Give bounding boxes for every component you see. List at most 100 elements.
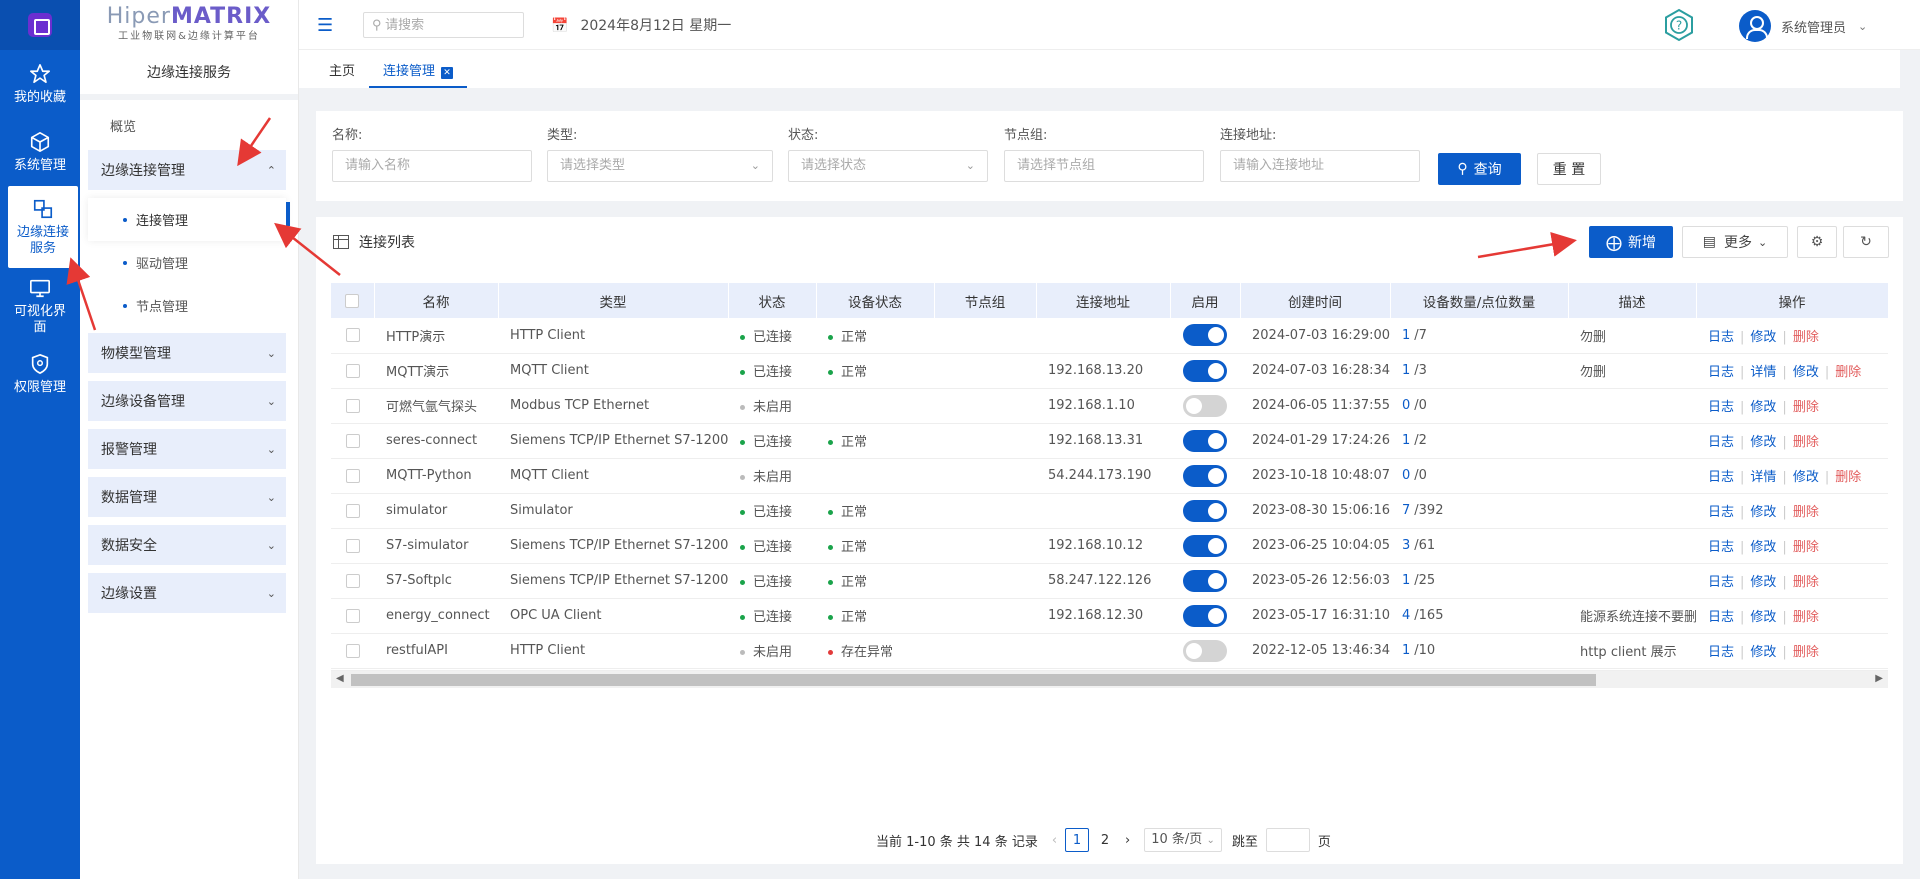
table-row[interactable]: seres-connect Siemens TCP/IP Ethernet S7-… <box>331 423 1888 459</box>
row-checkbox[interactable] <box>331 388 374 424</box>
enable-toggle[interactable] <box>1183 464 1227 487</box>
column-header[interactable]: 启用 <box>1170 283 1241 318</box>
rail-item-system[interactable]: 系统管理 <box>0 118 80 186</box>
log-link[interactable]: 日志 <box>1708 645 1734 660</box>
log-link[interactable]: 日志 <box>1708 540 1734 555</box>
delete-link[interactable]: 删除 <box>1835 470 1861 485</box>
device-count[interactable]: 1 <box>1402 643 1410 658</box>
device-count[interactable]: 4 <box>1402 608 1410 623</box>
detail-link[interactable]: 详情 <box>1750 470 1776 485</box>
edit-link[interactable]: 修改 <box>1750 540 1776 555</box>
scroll-right-icon[interactable]: ▶ <box>1875 673 1883 684</box>
log-link[interactable]: 日志 <box>1708 435 1734 450</box>
page-button[interactable]: 1 <box>1065 828 1090 852</box>
device-count[interactable]: 3 <box>1402 538 1410 553</box>
log-link[interactable]: 日志 <box>1708 505 1734 520</box>
table-row[interactable]: MQTT演示 MQTT Client 已连接 正常 192.168.13.20 2024-… <box>331 353 1888 389</box>
delete-link[interactable]: 删除 <box>1835 365 1861 380</box>
device-count[interactable]: 1 <box>1402 573 1410 588</box>
edit-link[interactable]: 修改 <box>1750 645 1776 660</box>
log-link[interactable]: 日志 <box>1708 365 1734 380</box>
column-header[interactable]: 操作 <box>1696 283 1889 318</box>
select-all-checkbox[interactable] <box>331 283 375 318</box>
log-link[interactable]: 日志 <box>1708 470 1734 485</box>
column-header[interactable]: 描述 <box>1568 283 1697 318</box>
settings-button[interactable]: ⚙ <box>1797 226 1837 258</box>
next-page-icon[interactable]: › <box>1125 833 1130 848</box>
log-link[interactable]: 日志 <box>1708 400 1734 415</box>
sidebar-group-edge-settings[interactable]: 边缘设置 ⌄ <box>88 573 286 613</box>
row-checkbox[interactable] <box>331 528 374 564</box>
close-icon[interactable]: ✕ <box>441 67 454 79</box>
row-checkbox[interactable] <box>331 493 374 529</box>
row-checkbox[interactable] <box>331 458 374 494</box>
refresh-button[interactable]: ↻ <box>1843 226 1889 258</box>
user-menu[interactable]: 系统管理员 ⌄ <box>1739 10 1867 42</box>
help-icon[interactable]: ? <box>1662 8 1696 46</box>
device-count[interactable]: 1 <box>1402 363 1410 378</box>
table-row[interactable]: MQTT-Python MQTT Client 未启用 54.244.173.190 2… <box>331 458 1888 494</box>
edit-link[interactable]: 修改 <box>1750 400 1776 415</box>
sidebar-group-data-security[interactable]: 数据安全 ⌄ <box>88 525 286 565</box>
menu-toggle-icon[interactable]: ☰ <box>317 15 333 36</box>
device-count[interactable]: 0 <box>1402 468 1410 483</box>
address-input[interactable]: 请输入连接地址 <box>1220 150 1420 182</box>
sidebar-group-alarm[interactable]: 报警管理 ⌄ <box>88 429 286 469</box>
page-size-select[interactable]: 10 条/页 ⌄ <box>1144 828 1222 852</box>
rail-item-favorites[interactable]: 我的收藏 <box>0 50 80 118</box>
table-row[interactable]: simulator Simulator 已连接 正常 2023-08-30 15:06:… <box>331 493 1888 529</box>
edit-link[interactable]: 修改 <box>1750 505 1776 520</box>
sidebar-group-thing-model[interactable]: 物模型管理 ⌄ <box>88 333 286 373</box>
enable-toggle[interactable] <box>1183 429 1227 452</box>
enable-toggle[interactable] <box>1183 639 1227 662</box>
column-header[interactable]: 状态 <box>728 283 817 318</box>
row-checkbox[interactable] <box>331 423 374 459</box>
log-link[interactable]: 日志 <box>1708 610 1734 625</box>
enable-toggle[interactable] <box>1183 534 1227 557</box>
enable-toggle[interactable] <box>1183 394 1227 417</box>
edit-link[interactable]: 修改 <box>1750 435 1776 450</box>
app-logo[interactable] <box>0 0 80 50</box>
sidebar-item-connection[interactable]: 连接管理 <box>88 198 290 241</box>
delete-link[interactable]: 删除 <box>1793 505 1819 520</box>
tab-connection-management[interactable]: 连接管理 ✕ <box>369 60 468 88</box>
sidebar-item-node[interactable]: 节点管理 <box>80 284 286 327</box>
table-row[interactable]: HTTP演示 HTTP Client 已连接 正常 2024-07-03 16:29:0… <box>331 318 1888 354</box>
tab-home[interactable]: 主页 <box>315 60 369 88</box>
enable-toggle[interactable] <box>1183 359 1227 382</box>
column-header[interactable]: 创建时间 <box>1240 283 1391 318</box>
enable-toggle[interactable] <box>1183 499 1227 522</box>
enable-toggle[interactable] <box>1183 604 1227 627</box>
rail-item-permission[interactable]: 权限管理 <box>0 340 80 408</box>
table-row[interactable]: restfulAPI HTTP Client 未启用 存在异常 2022-12-05 1… <box>331 633 1888 669</box>
sidebar-item-driver[interactable]: 驱动管理 <box>80 241 286 284</box>
table-row[interactable]: 可燃气氩气探头 Modbus TCP Ethernet 未启用 192.168.1.1… <box>331 388 1888 424</box>
edit-link[interactable]: 修改 <box>1750 610 1776 625</box>
table-row[interactable]: S7-simulator Siemens TCP/IP Ethernet S7-1… <box>331 528 1888 564</box>
edit-link[interactable]: 修改 <box>1793 365 1819 380</box>
device-count[interactable]: 7 <box>1402 503 1410 518</box>
detail-link[interactable]: 详情 <box>1750 365 1776 380</box>
delete-link[interactable]: 删除 <box>1793 645 1819 660</box>
table-row[interactable]: energy_connect OPC UA Client 已连接 正常 192.168.… <box>331 598 1888 634</box>
row-checkbox[interactable] <box>331 353 374 389</box>
row-checkbox[interactable] <box>331 563 374 599</box>
jump-input[interactable] <box>1265 828 1310 852</box>
column-header[interactable]: 名称 <box>374 283 499 318</box>
edit-link[interactable]: 修改 <box>1750 575 1776 590</box>
sidebar-group-data[interactable]: 数据管理 ⌄ <box>88 477 286 517</box>
more-button[interactable]: ▤ 更多 ⌄ <box>1682 226 1788 258</box>
column-header[interactable]: 连接地址 <box>1036 283 1171 318</box>
sidebar-group-edge-connection[interactable]: 边缘连接管理 ⌃ <box>88 150 286 190</box>
column-header[interactable]: 节点组 <box>934 283 1037 318</box>
device-count[interactable]: 1 <box>1402 433 1410 448</box>
sidebar-group-edge-device[interactable]: 边缘设备管理 ⌄ <box>88 381 286 421</box>
delete-link[interactable]: 删除 <box>1793 400 1819 415</box>
edit-link[interactable]: 修改 <box>1750 330 1776 345</box>
delete-link[interactable]: 删除 <box>1793 330 1819 345</box>
row-checkbox[interactable] <box>331 598 374 634</box>
search-input[interactable]: ⚲ 请搜索 <box>363 12 524 38</box>
query-button[interactable]: ⚲ 查询 <box>1438 153 1521 185</box>
add-button[interactable]: ⨁ 新增 <box>1589 226 1673 258</box>
table-row[interactable]: S7-Softplc Siemens TCP/IP Ethernet S7-120… <box>331 563 1888 599</box>
